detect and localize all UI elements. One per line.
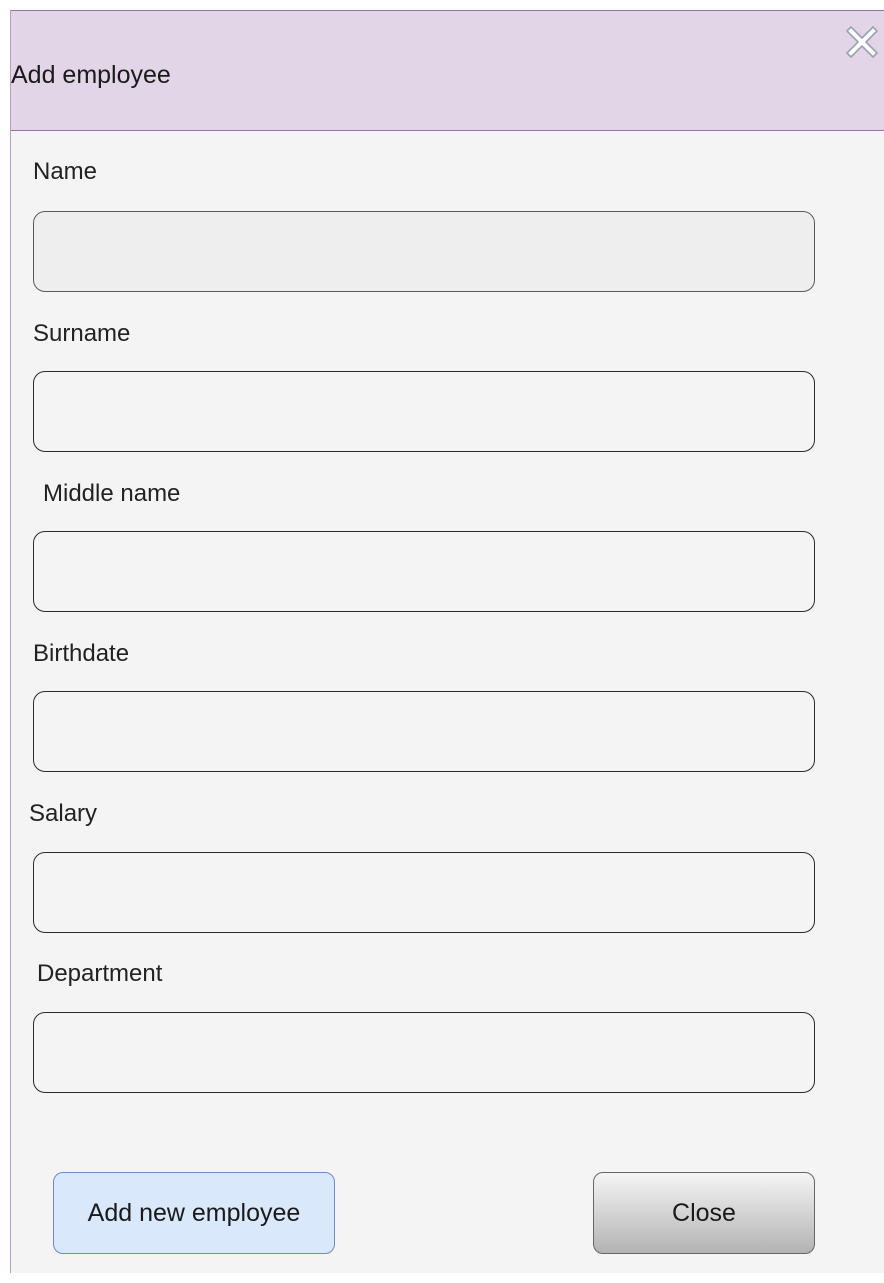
middle-name-label: Middle name — [43, 480, 181, 507]
add-new-employee-button[interactable]: Add new employee — [53, 1172, 335, 1254]
name-field[interactable] — [33, 211, 815, 292]
department-field[interactable] — [33, 1012, 815, 1093]
birthdate-label: Birthdate — [33, 640, 130, 667]
salary-label: Salary — [29, 800, 98, 827]
salary-field[interactable] — [33, 852, 815, 933]
surname-label: Surname — [33, 320, 131, 347]
middle-name-field[interactable] — [33, 531, 815, 612]
close-icon[interactable] — [842, 22, 882, 62]
name-label: Name — [33, 158, 98, 185]
birthdate-field[interactable] — [33, 691, 815, 772]
surname-field[interactable] — [33, 371, 815, 452]
close-button-label: Close — [672, 1198, 736, 1227]
dialog-title: Add employee — [11, 61, 171, 89]
add-new-employee-button-label: Add new employee — [87, 1198, 301, 1227]
close-button[interactable]: Close — [593, 1172, 815, 1254]
dialog-titlebar: Add employee — [11, 10, 884, 131]
add-employee-dialog: Add employee Name Surname Middle name Bi… — [10, 10, 884, 1273]
department-label: Department — [37, 960, 163, 987]
